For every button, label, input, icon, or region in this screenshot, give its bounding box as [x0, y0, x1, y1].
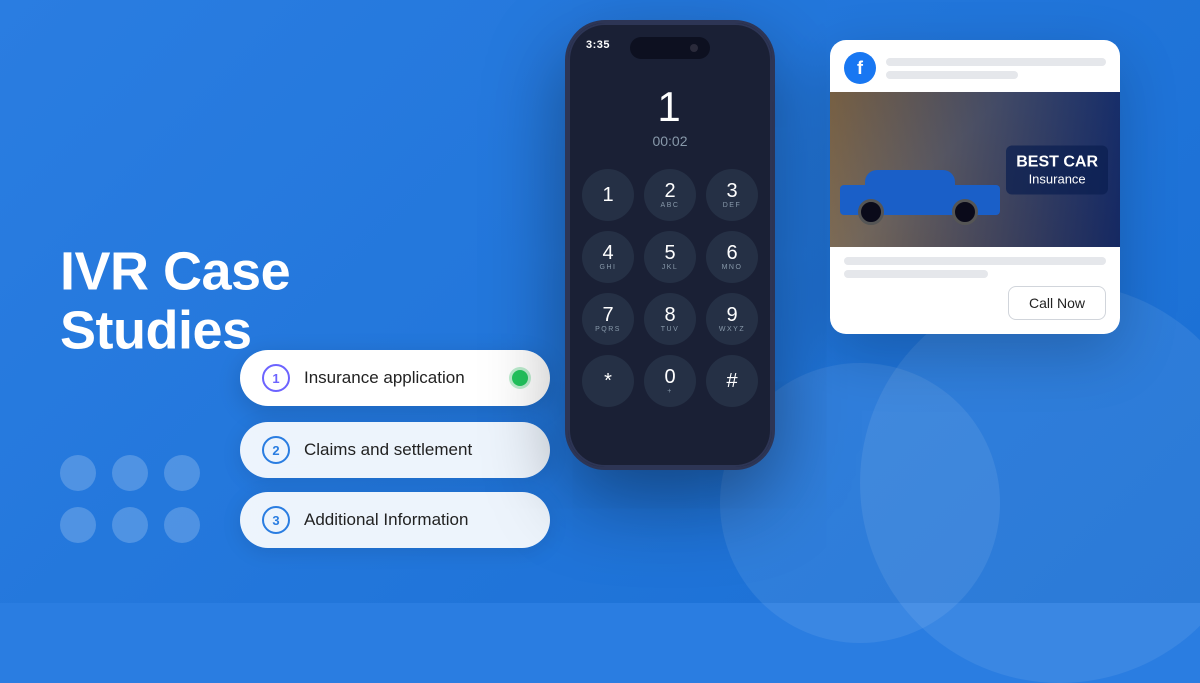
dial-key-digit: # — [726, 371, 737, 391]
title-line2: Studies — [60, 301, 252, 361]
dial-key-digit: 1 — [602, 185, 613, 205]
dial-key-digit: 4 — [602, 243, 613, 263]
dial-key-5[interactable]: 5JKL — [644, 231, 696, 283]
menu-label-2: Claims and settlement — [304, 440, 528, 460]
dial-key-letters: MNO — [722, 264, 743, 271]
dot — [112, 455, 148, 491]
car-wheel-right — [952, 199, 978, 225]
menu-number-3: 3 — [262, 506, 290, 534]
status-bar-time: 3:35 — [586, 39, 610, 51]
menu-label-1: Insurance application — [304, 368, 498, 388]
dial-key-2[interactable]: 2ABC — [644, 169, 696, 221]
dial-key-digit: 2 — [664, 181, 675, 201]
call-display: 1 00:02 — [652, 78, 687, 149]
car-silhouette — [840, 172, 1000, 227]
dial-key-letters: TUV — [661, 326, 680, 333]
call-timer: 00:02 — [652, 133, 687, 149]
dial-key-*[interactable]: * — [582, 355, 634, 407]
dial-key-3[interactable]: 3DEF — [706, 169, 758, 221]
ad-footer-line-2 — [844, 270, 988, 278]
dial-key-letters: ABC — [661, 202, 680, 209]
phone-mockup: 3:35 1 00:02 12ABC3DEF4GHI5JKL6MNO7PQRS8… — [565, 20, 785, 580]
dial-key-digit: 6 — [726, 243, 737, 263]
dot — [60, 507, 96, 543]
menu-item-1[interactable]: 1 Insurance application — [240, 350, 550, 406]
dial-key-#[interactable]: # — [706, 355, 758, 407]
menu-item-3[interactable]: 3 Additional Information — [240, 492, 550, 548]
dial-key-digit: 3 — [726, 181, 737, 201]
dial-key-digit: * — [604, 371, 612, 391]
dot — [60, 455, 96, 491]
ad-header-lines — [886, 58, 1106, 79]
title-line1: IVR Case — [60, 241, 290, 301]
ad-footer: Call Now — [830, 247, 1120, 334]
phone-body: 3:35 1 00:02 12ABC3DEF4GHI5JKL6MNO7PQRS8… — [565, 20, 775, 470]
menu-label-3: Additional Information — [304, 510, 528, 530]
dial-key-letters: DEF — [723, 202, 742, 209]
ivr-menu: 1 Insurance application 2 Claims and set… — [240, 352, 550, 548]
dial-key-9[interactable]: 9WXYZ — [706, 293, 758, 345]
dot-grid — [60, 455, 200, 543]
dial-key-letters: JKL — [662, 264, 679, 271]
main-title: IVR Case Studies — [60, 242, 320, 361]
menu-item-2[interactable]: 2 Claims and settlement — [240, 422, 550, 478]
dot — [164, 507, 200, 543]
active-indicator — [512, 370, 528, 386]
ad-text-best: BEST CAR — [1016, 153, 1098, 171]
dial-key-letters: WXYZ — [719, 326, 745, 333]
dial-key-digit: 0 — [664, 367, 675, 387]
phone-notch — [630, 37, 710, 59]
ad-line-long — [886, 58, 1106, 66]
dot — [164, 455, 200, 491]
dial-key-digit: 9 — [726, 305, 737, 325]
dial-key-digit: 7 — [602, 305, 613, 325]
menu-number-2: 2 — [262, 436, 290, 464]
facebook-icon: f — [844, 52, 876, 84]
call-now-button[interactable]: Call Now — [1008, 286, 1106, 320]
dial-key-digit: 5 — [664, 243, 675, 263]
ad-card-header: f — [830, 40, 1120, 92]
car-wheel-left — [858, 199, 884, 225]
dial-key-letters: PQRS — [595, 326, 621, 333]
dial-key-letters: + — [667, 388, 673, 395]
dial-pad: 12ABC3DEF4GHI5JKL6MNO7PQRS8TUV9WXYZ*0+# — [576, 169, 764, 407]
dial-key-0[interactable]: 0+ — [644, 355, 696, 407]
dial-key-4[interactable]: 4GHI — [582, 231, 634, 283]
ad-line-short — [886, 71, 1018, 79]
ad-footer-text-lines — [844, 257, 1106, 278]
main-container: IVR Case Studies 1 Insurance application… — [0, 0, 1200, 603]
dial-key-1[interactable]: 1 — [582, 169, 634, 221]
dial-key-digit: 8 — [664, 305, 675, 325]
ad-text-overlay: BEST CAR Insurance — [1006, 145, 1108, 194]
phone-screen: 1 00:02 12ABC3DEF4GHI5JKL6MNO7PQRS8TUV9W… — [568, 23, 772, 467]
call-number: 1 — [652, 83, 687, 131]
dial-key-letters: GHI — [600, 264, 617, 271]
menu-number-1: 1 — [262, 364, 290, 392]
ad-card: f BEST CAR Insurance — [830, 40, 1120, 334]
dial-key-8[interactable]: 8TUV — [644, 293, 696, 345]
ad-image: BEST CAR Insurance — [830, 92, 1120, 247]
dial-key-7[interactable]: 7PQRS — [582, 293, 634, 345]
dot — [112, 507, 148, 543]
ad-footer-line-1 — [844, 257, 1106, 265]
dial-key-6[interactable]: 6MNO — [706, 231, 758, 283]
ad-text-insurance: Insurance — [1016, 171, 1098, 186]
hero-section: IVR Case Studies — [60, 242, 320, 361]
